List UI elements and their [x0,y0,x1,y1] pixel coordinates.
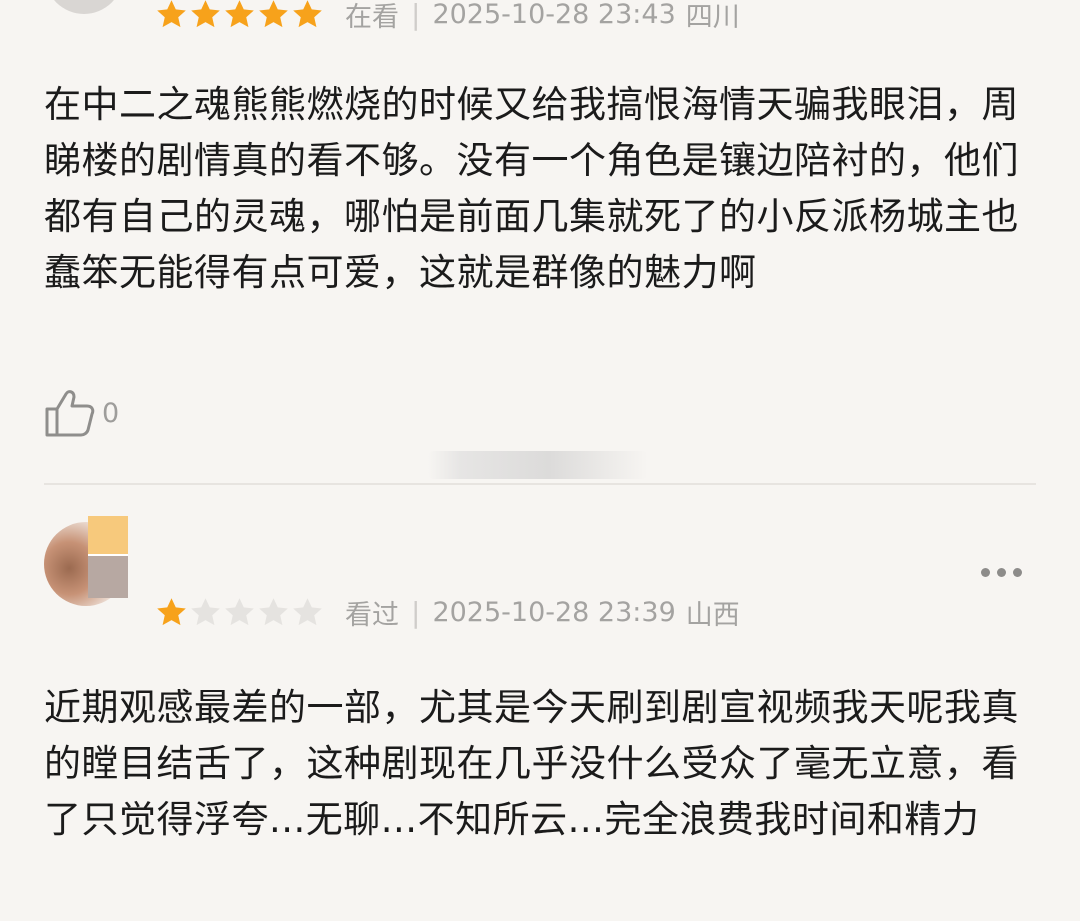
review-datetime-1: 2025-10-28 23:43 [432,0,676,30]
review-text-2[interactable]: 近期观感最差的一部，尤其是今天刷到剧宣视频我天呢我真的瞠目结舌了，这种剧现在几乎… [44,680,1044,848]
blurred-content [428,451,648,479]
review-card-1: 在看 | 2025-10-28 23:43 四川 在中二之魂熊熊燃烧的时候又给我… [0,0,1080,484]
star-empty-icon [259,597,288,625]
more-dot [1013,568,1022,577]
rating-stars-1 [155,0,325,31]
review-location-2: 山西 [685,599,740,631]
star-filled-icon [259,0,288,27]
star-filled-icon [157,597,186,625]
more-horizontal-icon [981,568,990,577]
review-meta-1: 在看 | 2025-10-28 23:43 四川 [155,0,740,34]
rating-stars-2 [155,596,325,629]
more-options-button[interactable] [981,568,1022,577]
review-datetime-2: 2025-10-28 23:39 [432,596,676,628]
thumbs-up-icon [45,390,95,437]
watch-status-2: 看过 [345,599,399,631]
star-filled-icon [157,0,186,27]
star-filled-icon [225,0,254,27]
review-card-2: 看过 | 2025-10-28 23:39 山西 近期观感最差的一部，尤其是今天… [0,486,1080,921]
reviewer-avatar-1[interactable] [45,0,123,14]
more-dot [997,568,1006,577]
star-filled-icon [191,0,220,27]
like-count-1: 0 [102,397,120,429]
meta-divider-2: | [411,595,421,629]
review-divider [44,483,1036,485]
review-text-1[interactable]: 在中二之魂熊熊燃烧的时候又给我搞恨海情天骗我眼泪，周睇楼的剧情真的看不够。没有一… [44,77,1044,301]
star-filled-icon [293,0,322,27]
reviewer-avatar-2[interactable] [44,514,130,614]
star-empty-icon [191,597,220,625]
review-meta-2: 看过 | 2025-10-28 23:39 山西 [155,592,740,632]
review-location-1: 四川 [685,1,740,33]
watch-status-1: 在看 [345,1,399,33]
like-button-1[interactable]: 0 [44,388,119,438]
star-empty-icon [293,597,322,625]
meta-divider-1: | [411,0,421,31]
star-empty-icon [225,597,254,625]
